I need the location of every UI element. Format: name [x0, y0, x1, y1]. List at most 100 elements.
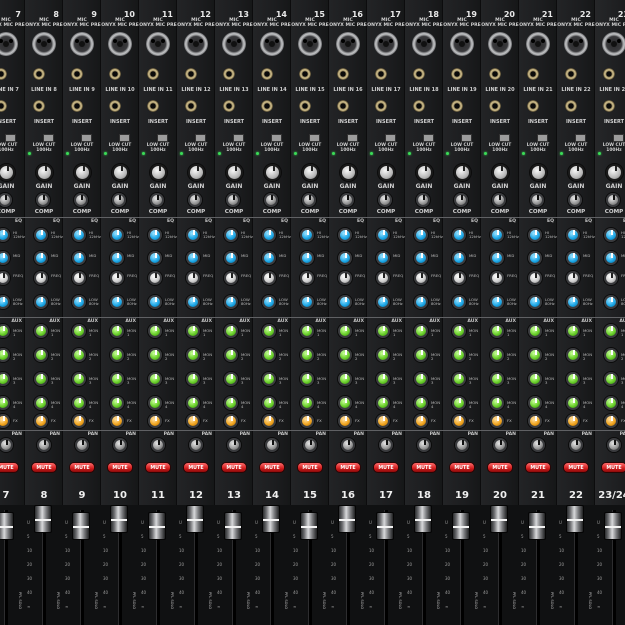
low-cut-switch[interactable]	[195, 134, 206, 142]
mute-button[interactable]: MUTE	[145, 462, 171, 473]
aux-mon4-knob[interactable]	[148, 396, 162, 410]
aux-mon4-knob[interactable]	[566, 396, 580, 410]
aux-fx-knob[interactable]	[300, 414, 314, 428]
insert-jack-icon[interactable]	[0, 100, 7, 112]
low-cut-switch[interactable]	[575, 134, 586, 142]
channel-fader[interactable]	[262, 505, 280, 533]
xlr-input-jack-icon[interactable]	[450, 32, 474, 56]
gain-knob[interactable]	[378, 164, 395, 181]
channel-fader[interactable]	[224, 512, 242, 540]
channel-fader[interactable]	[186, 505, 204, 533]
eq-freq-knob[interactable]	[452, 271, 466, 285]
channel-fader[interactable]	[148, 512, 166, 540]
mute-button[interactable]: MUTE	[601, 462, 625, 473]
comp-knob[interactable]	[530, 193, 544, 207]
comp-knob[interactable]	[454, 193, 468, 207]
aux-mon1-knob[interactable]	[0, 324, 10, 338]
mute-button[interactable]: MUTE	[69, 462, 95, 473]
mute-button[interactable]: MUTE	[183, 462, 209, 473]
gain-knob[interactable]	[74, 164, 91, 181]
low-cut-switch[interactable]	[81, 134, 92, 142]
gain-knob[interactable]	[454, 164, 471, 181]
aux-fx-knob[interactable]	[452, 414, 466, 428]
line-input-jack-icon[interactable]	[0, 68, 7, 80]
comp-knob[interactable]	[0, 193, 12, 207]
pan-knob[interactable]	[607, 438, 621, 452]
eq-low-knob[interactable]	[300, 295, 314, 309]
xlr-input-jack-icon[interactable]	[526, 32, 550, 56]
aux-mon1-knob[interactable]	[338, 324, 352, 338]
line-input-jack-icon[interactable]	[565, 68, 577, 80]
insert-jack-icon[interactable]	[261, 100, 273, 112]
eq-low-knob[interactable]	[528, 295, 542, 309]
aux-mon2-knob[interactable]	[604, 348, 618, 362]
aux-mon1-knob[interactable]	[34, 324, 48, 338]
aux-fx-knob[interactable]	[0, 414, 10, 428]
aux-mon2-knob[interactable]	[528, 348, 542, 362]
eq-low-knob[interactable]	[490, 295, 504, 309]
eq-low-knob[interactable]	[0, 295, 10, 309]
aux-mon2-knob[interactable]	[0, 348, 10, 362]
aux-mon4-knob[interactable]	[224, 396, 238, 410]
xlr-input-jack-icon[interactable]	[298, 32, 322, 56]
aux-mon2-knob[interactable]	[34, 348, 48, 362]
eq-freq-knob[interactable]	[566, 271, 580, 285]
aux-mon4-knob[interactable]	[452, 396, 466, 410]
eq-freq-knob[interactable]	[262, 271, 276, 285]
low-cut-switch[interactable]	[309, 134, 320, 142]
eq-freq-knob[interactable]	[0, 271, 10, 285]
xlr-input-jack-icon[interactable]	[488, 32, 512, 56]
line-input-jack-icon[interactable]	[223, 68, 235, 80]
eq-hi-knob[interactable]	[34, 228, 48, 242]
pan-knob[interactable]	[113, 438, 127, 452]
aux-mon3-knob[interactable]	[490, 372, 504, 386]
low-cut-switch[interactable]	[157, 134, 168, 142]
xlr-input-jack-icon[interactable]	[32, 32, 56, 56]
pan-knob[interactable]	[341, 438, 355, 452]
aux-mon2-knob[interactable]	[186, 348, 200, 362]
aux-mon2-knob[interactable]	[338, 348, 352, 362]
aux-mon4-knob[interactable]	[604, 396, 618, 410]
eq-hi-knob[interactable]	[604, 228, 618, 242]
comp-knob[interactable]	[36, 193, 50, 207]
aux-mon1-knob[interactable]	[414, 324, 428, 338]
aux-fx-knob[interactable]	[376, 414, 390, 428]
comp-knob[interactable]	[568, 193, 582, 207]
mute-button[interactable]: MUTE	[335, 462, 361, 473]
aux-fx-knob[interactable]	[148, 414, 162, 428]
mute-button[interactable]: MUTE	[411, 462, 437, 473]
channel-fader[interactable]	[490, 505, 508, 533]
aux-mon1-knob[interactable]	[376, 324, 390, 338]
comp-knob[interactable]	[492, 193, 506, 207]
gain-knob[interactable]	[150, 164, 167, 181]
aux-mon1-knob[interactable]	[186, 324, 200, 338]
aux-fx-knob[interactable]	[338, 414, 352, 428]
eq-freq-knob[interactable]	[604, 271, 618, 285]
aux-mon4-knob[interactable]	[490, 396, 504, 410]
line-input-jack-icon[interactable]	[527, 68, 539, 80]
aux-mon2-knob[interactable]	[110, 348, 124, 362]
channel-fader[interactable]	[110, 505, 128, 533]
eq-freq-knob[interactable]	[110, 271, 124, 285]
comp-knob[interactable]	[74, 193, 88, 207]
eq-freq-knob[interactable]	[34, 271, 48, 285]
pan-knob[interactable]	[37, 438, 51, 452]
channel-fader[interactable]	[566, 505, 584, 533]
aux-mon4-knob[interactable]	[262, 396, 276, 410]
aux-mon2-knob[interactable]	[300, 348, 314, 362]
aux-mon4-knob[interactable]	[300, 396, 314, 410]
comp-knob[interactable]	[606, 193, 620, 207]
aux-mon4-knob[interactable]	[414, 396, 428, 410]
eq-mid-knob[interactable]	[110, 251, 124, 265]
mute-button[interactable]: MUTE	[373, 462, 399, 473]
low-cut-switch[interactable]	[5, 134, 16, 142]
eq-hi-knob[interactable]	[186, 228, 200, 242]
eq-hi-knob[interactable]	[338, 228, 352, 242]
eq-freq-knob[interactable]	[528, 271, 542, 285]
xlr-input-jack-icon[interactable]	[0, 32, 18, 56]
insert-jack-icon[interactable]	[71, 100, 83, 112]
insert-jack-icon[interactable]	[413, 100, 425, 112]
comp-knob[interactable]	[416, 193, 430, 207]
channel-fader[interactable]	[34, 505, 52, 533]
channel-fader[interactable]	[604, 512, 622, 540]
